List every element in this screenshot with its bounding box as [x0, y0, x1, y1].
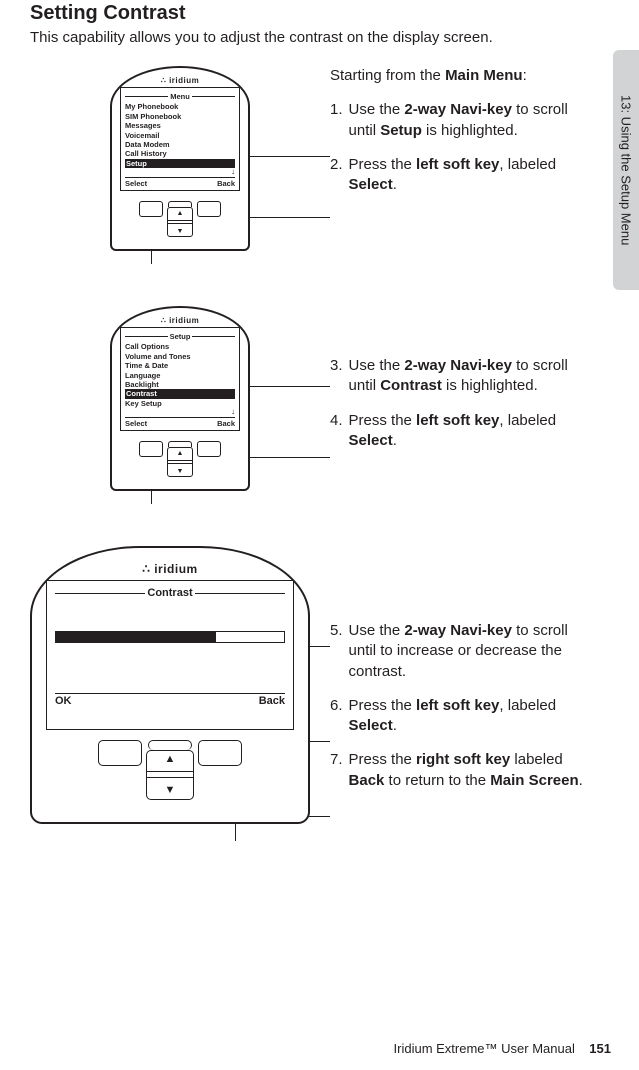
brand-logo: iridium	[120, 316, 240, 325]
step-5: 5. Use the 2-way Navi-key to scroll unti…	[330, 621, 599, 682]
up-arrow-icon: ▲	[177, 450, 184, 457]
right-softkey-button	[197, 441, 221, 457]
side-tab-label: 13: Using the Setup Menu	[619, 95, 634, 245]
softkey-right-label: Back	[217, 179, 235, 188]
down-arrow-icon: ▼	[165, 785, 176, 796]
menu-item: Key Setup	[125, 399, 235, 408]
down-arrow-icon: ▼	[177, 468, 184, 475]
up-arrow-icon: ▲	[177, 210, 184, 217]
lead-text: Starting from the Main Menu:	[330, 66, 599, 86]
step-1: 1. Use the 2-way Navi-key to scroll unti…	[330, 100, 599, 141]
left-softkey-button	[139, 441, 163, 457]
contrast-slider	[55, 631, 285, 643]
phone-screen: Menu My Phonebook SIM Phonebook Messages…	[120, 87, 240, 191]
right-softkey-button	[198, 740, 242, 766]
softkey-left-label: OK	[55, 695, 72, 709]
phone-illustration: iridium Menu My Phonebook SIM Phonebook …	[110, 66, 250, 251]
left-softkey-button	[139, 201, 163, 217]
brand-logo: iridium	[120, 76, 240, 85]
menu-item: Language	[125, 371, 235, 380]
brand-logo: iridium	[46, 562, 294, 576]
step-3: 3. Use the 2-way Navi-key to scroll unti…	[330, 356, 599, 397]
phone-screen: Contrast OK Back	[46, 580, 294, 730]
side-tab: 13: Using the Setup Menu	[613, 50, 639, 290]
screen-title: Contrast	[147, 587, 192, 601]
navi-key: ▲ ▼	[167, 447, 193, 477]
menu-item: Data Modem	[125, 140, 235, 149]
page-footer: Iridium Extreme™ User Manual 151	[394, 1041, 611, 1056]
section-contrast: iridium Contrast OK Back	[30, 546, 599, 886]
footer-product: Iridium Extreme™ User Manual	[394, 1041, 575, 1056]
menu-item-highlighted: Setup	[125, 159, 235, 168]
contrast-fill	[56, 632, 216, 642]
right-softkey-button	[197, 201, 221, 217]
scroll-down-icon: ↓	[125, 408, 235, 416]
instructions: 5. Use the 2-way Navi-key to scroll unti…	[330, 621, 599, 805]
step-4: 4. Press the left soft key, labeled Sele…	[330, 411, 599, 452]
menu-item: Backlight	[125, 380, 235, 389]
left-softkey-button	[98, 740, 142, 766]
menu-item: Call Options	[125, 342, 235, 351]
menu-item: Call History	[125, 149, 235, 158]
menu-item-highlighted: Contrast	[125, 389, 235, 398]
step-6: 6. Press the left soft key, labeled Sele…	[330, 696, 599, 737]
phone-screen: Setup Call Options Volume and Tones Time…	[120, 327, 240, 431]
up-arrow-icon: ▲	[165, 754, 176, 765]
page-intro: This capability allows you to adjust the…	[30, 29, 599, 46]
down-arrow-icon: ▼	[177, 228, 184, 235]
nav-cap	[148, 740, 192, 750]
navi-key: ▲ ▼	[146, 750, 194, 800]
step-7: 7. Press the right soft key labeled Back…	[330, 750, 599, 791]
footer-page-number: 151	[589, 1041, 611, 1056]
phone-illustration: iridium Setup Call Options Volume and To…	[110, 306, 250, 491]
softkey-left-label: Select	[125, 419, 147, 428]
softkey-left-label: Select	[125, 179, 147, 188]
section-main-menu: iridium Menu My Phonebook SIM Phonebook …	[30, 66, 599, 276]
menu-item: My Phonebook	[125, 102, 235, 111]
section-setup-menu: iridium Setup Call Options Volume and To…	[30, 306, 599, 516]
instructions: 3. Use the 2-way Navi-key to scroll unti…	[330, 356, 599, 465]
instructions: Starting from the Main Menu: 1. Use the …	[330, 66, 599, 209]
screen-title: Menu	[170, 92, 190, 101]
menu-item: Voicemail	[125, 131, 235, 140]
navi-key: ▲ ▼	[167, 207, 193, 237]
menu-item: Messages	[125, 121, 235, 130]
menu-item: SIM Phonebook	[125, 112, 235, 121]
scroll-down-icon: ↓	[125, 168, 235, 176]
menu-item: Volume and Tones	[125, 352, 235, 361]
menu-item: Time & Date	[125, 361, 235, 370]
phone-illustration-large: iridium Contrast OK Back	[30, 546, 310, 824]
step-2: 2. Press the left soft key, labeled Sele…	[330, 155, 599, 196]
screen-title: Setup	[170, 332, 191, 341]
page-title: Setting Contrast	[30, 2, 599, 25]
softkey-right-label: Back	[217, 419, 235, 428]
softkey-right-label: Back	[259, 695, 285, 709]
